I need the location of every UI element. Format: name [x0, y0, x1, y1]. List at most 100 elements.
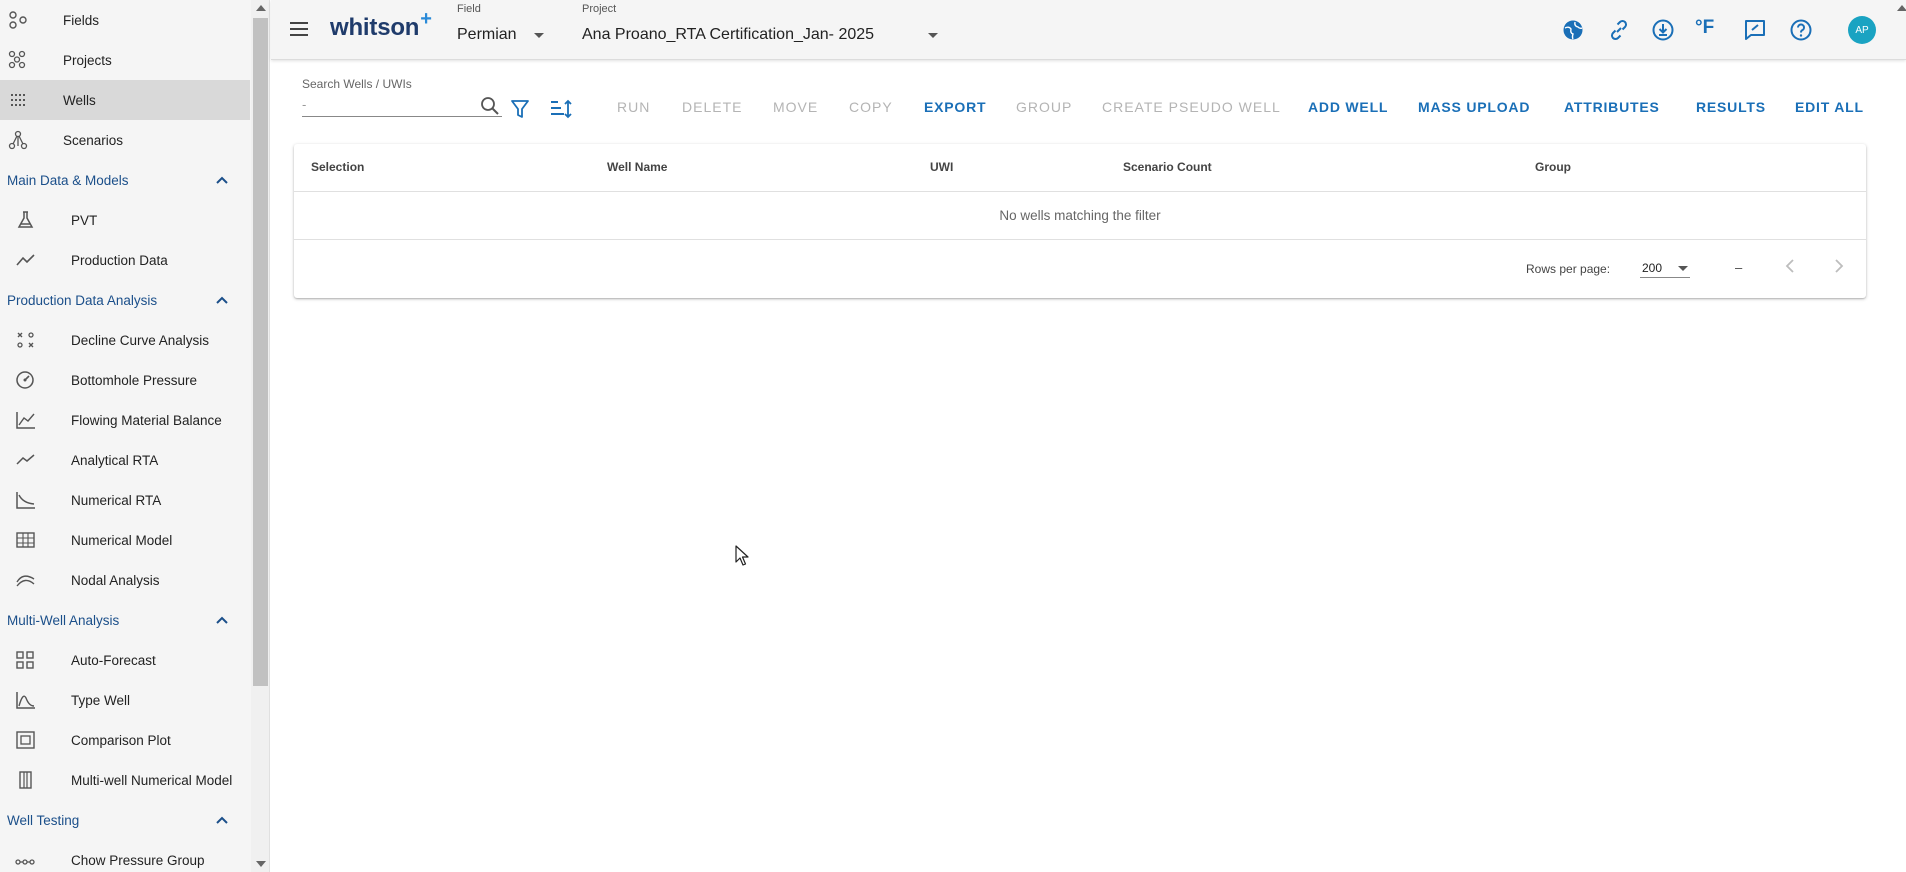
sidebar-item-multiwell-numerical-model[interactable]: Multi-well Numerical Model: [0, 760, 250, 800]
edit-all-button[interactable]: EDIT ALL: [1795, 99, 1864, 115]
sidebar-item-production-data[interactable]: Production Data: [0, 240, 250, 280]
sidebar-item-label: Bottomhole Pressure: [71, 372, 198, 388]
group-button[interactable]: GROUP: [1016, 99, 1072, 115]
attributes-button[interactable]: ATTRIBUTES: [1564, 99, 1660, 115]
sidebar-item-label: Chow Pressure Group: [71, 852, 205, 868]
chevron-up-icon[interactable]: [214, 612, 230, 628]
fmb-chart-icon: [15, 410, 37, 430]
footer-divider: [294, 239, 1866, 240]
type-well-icon: [15, 690, 37, 710]
section-header-multi-well[interactable]: Multi-Well Analysis: [0, 600, 250, 640]
sidebar-item-scenarios[interactable]: Scenarios: [0, 120, 250, 160]
sidebar-item-numerical-rta[interactable]: Numerical RTA: [0, 480, 250, 520]
section-title: Main Data & Models: [7, 172, 129, 188]
column-header-group[interactable]: Group: [1535, 160, 1571, 174]
project-caption: Project: [582, 3, 617, 15]
sidebar-list: Fields Projects Wells Scenarios Main Dat…: [0, 0, 250, 872]
globe-icon[interactable]: [1561, 18, 1585, 42]
chevron-up-icon[interactable]: [214, 172, 230, 188]
sidebar-item-numerical-model[interactable]: Numerical Model: [0, 520, 250, 560]
header-divider: [294, 191, 1866, 192]
sidebar-item-wells[interactable]: Wells: [0, 80, 250, 120]
gauge-icon: [15, 370, 37, 390]
filter-icon[interactable]: [509, 98, 531, 120]
sidebar-item-bottomhole-pressure[interactable]: Bottomhole Pressure: [0, 360, 250, 400]
sort-icon[interactable]: [549, 98, 573, 120]
sidebar-item-auto-forecast[interactable]: Auto-Forecast: [0, 640, 250, 680]
delete-button[interactable]: DELETE: [682, 99, 742, 115]
results-button[interactable]: RESULTS: [1696, 99, 1766, 115]
user-avatar[interactable]: AP: [1848, 16, 1876, 44]
sidebar-item-chow-pressure-group[interactable]: Chow Pressure Group: [0, 840, 250, 872]
sidebar-item-label: Production Data: [71, 252, 168, 268]
page-scroll-up-arrow-icon[interactable]: [1897, 5, 1906, 11]
create-pseudo-well-button[interactable]: CREATE PSEUDO WELL: [1102, 99, 1281, 115]
field-caption: Field: [457, 3, 481, 15]
section-header-well-testing[interactable]: Well Testing: [0, 800, 250, 840]
copy-button[interactable]: COPY: [849, 99, 893, 115]
chevron-left-icon[interactable]: [1782, 257, 1800, 275]
download-icon[interactable]: [1651, 18, 1675, 42]
sidebar: Fields Projects Wells Scenarios Main Dat…: [0, 0, 270, 872]
search-icon[interactable]: [479, 95, 501, 117]
sidebar-item-decline-curve-analysis[interactable]: Decline Curve Analysis: [0, 320, 250, 360]
rows-per-page-value: 200: [1642, 261, 1663, 275]
feedback-icon[interactable]: [1743, 18, 1767, 42]
empty-table-message: No wells matching the filter: [999, 208, 1161, 223]
chevron-up-icon[interactable]: [214, 292, 230, 308]
wells-table: Selection Well Name UWI Scenario Count G…: [294, 144, 1866, 298]
column-header-scenario-count[interactable]: Scenario Count: [1123, 160, 1212, 174]
help-icon[interactable]: [1789, 18, 1813, 42]
sidebar-item-analytical-rta[interactable]: Analytical RTA: [0, 440, 250, 480]
line-chart-icon: [15, 250, 37, 270]
sidebar-item-label: Type Well: [71, 692, 131, 708]
sidebar-item-label: Auto-Forecast: [71, 652, 156, 668]
chow-pressure-icon: [15, 850, 37, 870]
column-header-uwi[interactable]: UWI: [930, 160, 953, 174]
sidebar-item-projects[interactable]: Projects: [0, 40, 250, 80]
add-well-button[interactable]: ADD WELL: [1308, 99, 1388, 115]
section-header-main-data[interactable]: Main Data & Models: [0, 160, 250, 200]
comparison-plot-icon: [15, 730, 37, 750]
mass-upload-button[interactable]: MASS UPLOAD: [1418, 99, 1530, 115]
search-input[interactable]: [302, 93, 502, 117]
flask-icon: [15, 210, 37, 230]
projects-icon: [8, 50, 30, 70]
whitson-logo[interactable]: whitson+: [330, 8, 432, 42]
scenarios-icon: [8, 130, 30, 150]
section-header-production-analysis[interactable]: Production Data Analysis: [0, 280, 250, 320]
chevron-right-icon[interactable]: [1829, 257, 1847, 275]
sidebar-item-label: Fields: [63, 12, 100, 28]
hamburger-menu-icon[interactable]: [288, 18, 310, 40]
column-header-selection[interactable]: Selection: [311, 160, 364, 174]
top-app-bar: whitson+ Field Permian Project Ana Proan…: [271, 0, 1906, 60]
sidebar-item-type-well[interactable]: Type Well: [0, 680, 250, 720]
move-button[interactable]: MOVE: [773, 99, 818, 115]
fields-icon: [8, 10, 30, 30]
field-select[interactable]: Field Permian: [457, 0, 557, 60]
sidebar-item-nodal-analysis[interactable]: Nodal Analysis: [0, 560, 250, 600]
project-value: Ana Proano_RTA Certification_Jan- 2025: [582, 26, 875, 43]
sidebar-item-label: Projects: [63, 52, 112, 68]
sidebar-item-pvt[interactable]: PVT: [0, 200, 250, 240]
temperature-unit-icon[interactable]: °F: [1695, 17, 1725, 41]
rows-per-page-select[interactable]: 200: [1640, 254, 1690, 278]
sidebar-item-flowing-material-balance[interactable]: Flowing Material Balance: [0, 400, 250, 440]
project-select[interactable]: Project Ana Proano_RTA Certification_Jan…: [582, 0, 942, 60]
scroll-up-arrow-icon[interactable]: [256, 5, 266, 11]
caret-down-icon: [1678, 266, 1688, 271]
link-icon[interactable]: [1607, 18, 1631, 42]
export-button[interactable]: EXPORT: [924, 99, 986, 115]
scrollbar-thumb[interactable]: [253, 18, 268, 686]
chevron-up-icon[interactable]: [214, 812, 230, 828]
sidebar-scrollbar[interactable]: [251, 0, 269, 872]
caret-down-icon: [534, 33, 544, 38]
run-button[interactable]: RUN: [617, 99, 650, 115]
sidebar-item-fields[interactable]: Fields: [0, 0, 250, 40]
sidebar-item-comparison-plot[interactable]: Comparison Plot: [0, 720, 250, 760]
grid-model-icon: [15, 530, 37, 550]
app-window: Fields Projects Wells Scenarios Main Dat…: [0, 0, 1906, 872]
column-header-well-name[interactable]: Well Name: [607, 160, 667, 174]
scroll-down-arrow-icon[interactable]: [256, 861, 266, 867]
sidebar-item-label: Wells: [63, 92, 96, 108]
